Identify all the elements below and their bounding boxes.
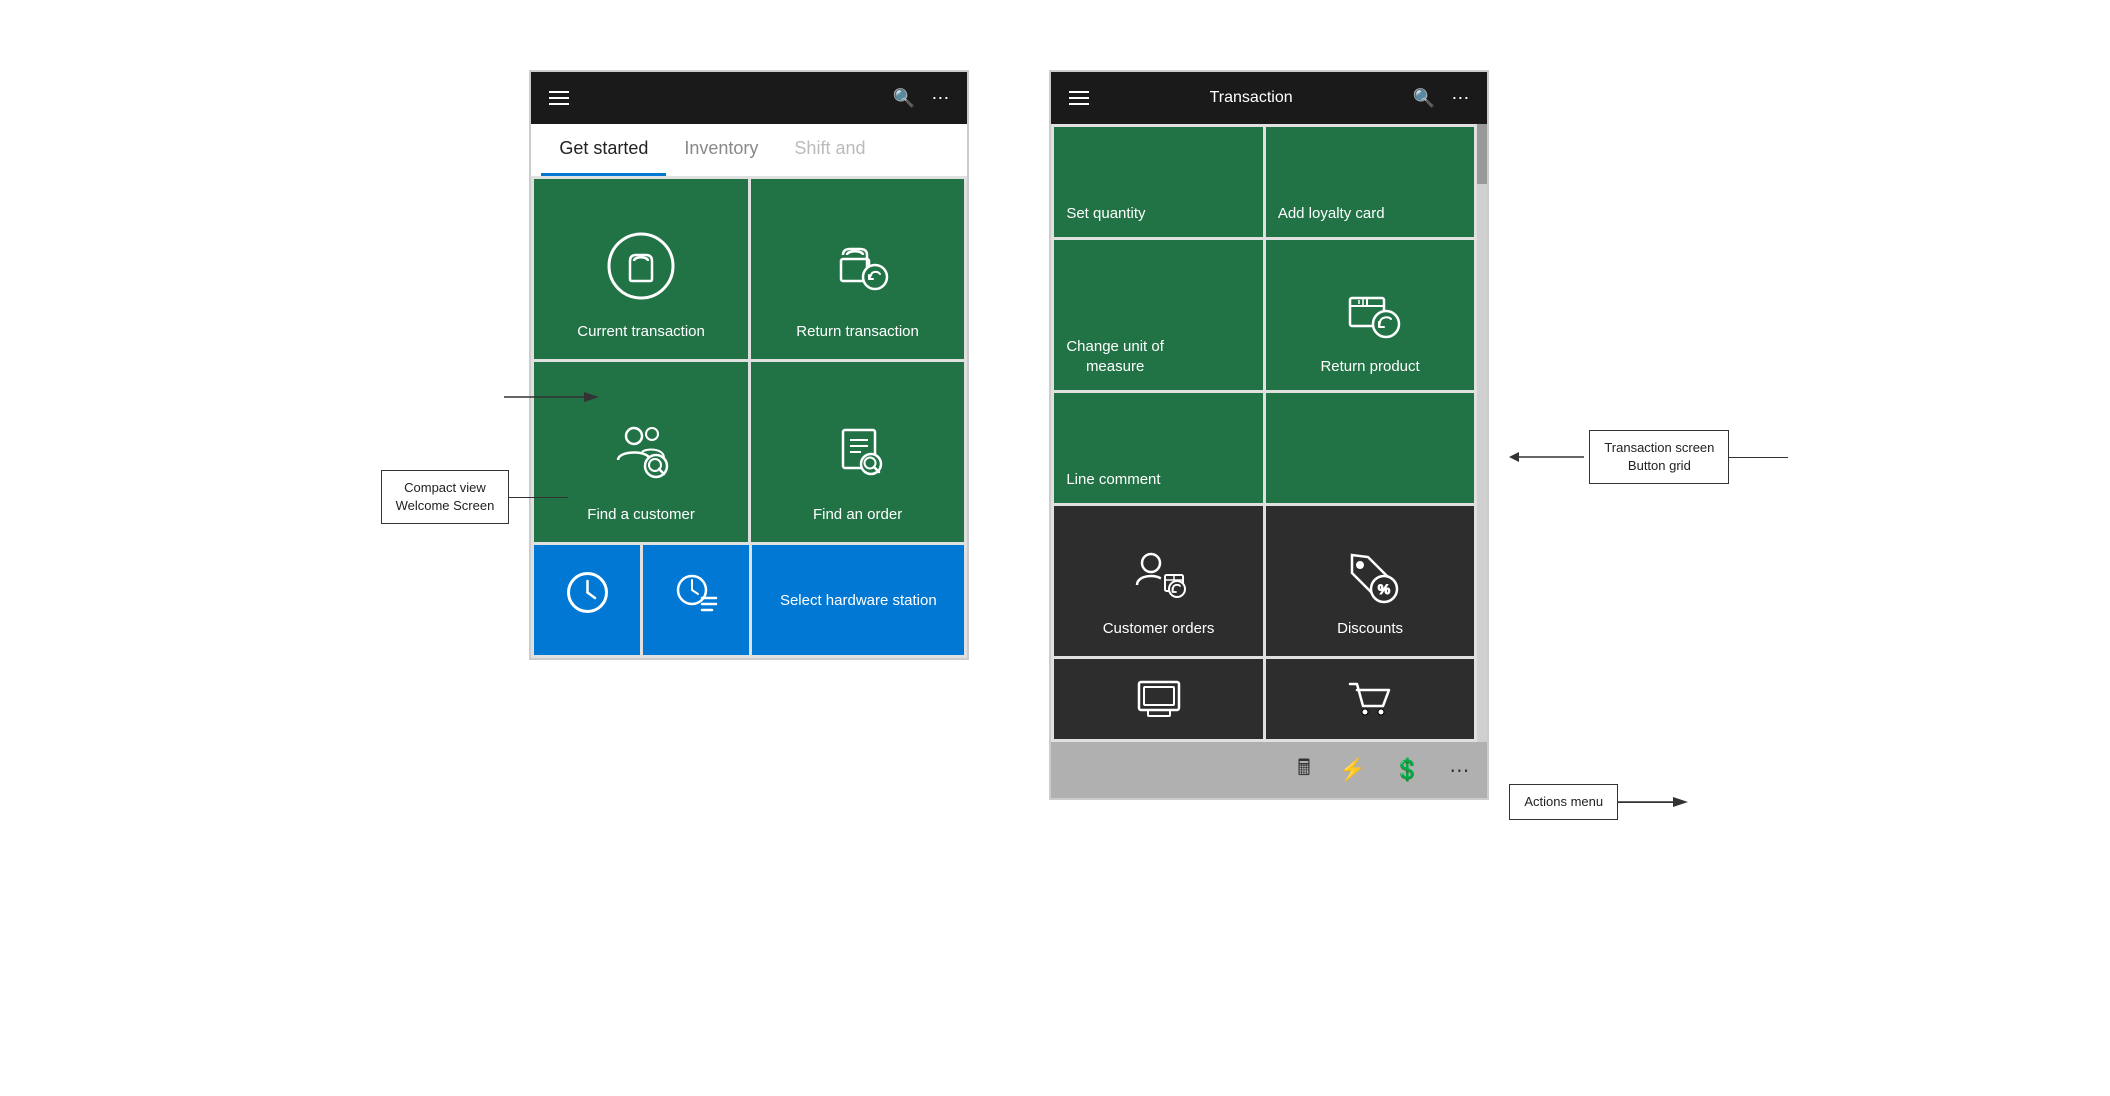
right-search-icon[interactable]: 🔍 xyxy=(1413,88,1435,109)
find-customer-label: Find a customer xyxy=(587,505,695,525)
set-quantity-button[interactable]: Set quantity xyxy=(1054,127,1263,237)
partial-tiles-row xyxy=(1051,659,1487,742)
empty-green-button[interactable] xyxy=(1266,393,1475,503)
box-return-icon xyxy=(1338,278,1403,347)
right-hamburger-icon[interactable] xyxy=(1069,91,1089,105)
current-transaction-button[interactable]: Current transaction xyxy=(534,179,748,359)
scrollbar-thumb[interactable] xyxy=(1477,124,1487,184)
tab-shift[interactable]: Shift and xyxy=(776,124,883,176)
discounts-label: Discounts xyxy=(1337,619,1403,639)
return-transaction-label: Return transaction xyxy=(796,322,919,342)
compact-view-label: Compact view Welcome Screen xyxy=(381,470,510,524)
action-ellipsis-icon[interactable]: ⋯ xyxy=(1449,758,1469,783)
add-loyalty-label: Add loyalty card xyxy=(1278,204,1385,224)
ellipsis-icon[interactable]: ⋯ xyxy=(931,88,949,109)
clock-button-2[interactable] xyxy=(643,545,749,655)
svg-text:%: % xyxy=(1378,581,1391,597)
tabs-row: Get started Inventory Shift and xyxy=(531,124,967,176)
add-loyalty-button[interactable]: Add loyalty card xyxy=(1266,127,1475,237)
register-icon xyxy=(1134,674,1184,724)
left-header: 🔍 ⋯ xyxy=(531,72,967,124)
search-icon[interactable]: 🔍 xyxy=(893,88,915,109)
transaction-screen-label: Transaction screenButton grid xyxy=(1589,430,1729,484)
action-bar: 🖩 ⚡ 💲 ⋯ xyxy=(1051,742,1487,798)
actions-menu-label: Actions menu xyxy=(1509,784,1618,820)
lightning-icon[interactable]: ⚡ xyxy=(1339,757,1366,783)
find-order-button[interactable]: Find an order xyxy=(751,362,965,542)
transaction-screen-phone: Transaction 🔍 ⋯ Set quantity Add loyalty… xyxy=(1049,70,1489,800)
select-hardware-label: Select hardware station xyxy=(780,590,937,611)
left-panel: Compact view Welcome Screen 🔍 ⋯ Get star… xyxy=(381,70,970,660)
line-comment-label: Line comment xyxy=(1066,470,1160,490)
right-header-icons: 🔍 ⋯ xyxy=(1413,88,1469,109)
dollar-icon[interactable]: 💲 xyxy=(1394,757,1421,783)
bag-icon xyxy=(606,231,676,310)
return-product-button[interactable]: Return product xyxy=(1266,240,1475,390)
set-quantity-label: Set quantity xyxy=(1066,204,1145,224)
current-transaction-label: Current transaction xyxy=(577,322,705,342)
calculator-icon[interactable]: 🖩 xyxy=(1297,751,1310,789)
right-header-title: Transaction xyxy=(1210,89,1293,107)
customer-orders-button[interactable]: Customer orders xyxy=(1054,506,1263,656)
change-uom-label: Change unit ofmeasure xyxy=(1066,337,1164,376)
discounts-button[interactable]: % Discounts xyxy=(1266,506,1475,656)
customer-orders-icon xyxy=(1129,545,1189,609)
bottom-buttons-row: Select hardware station xyxy=(531,545,967,658)
change-uom-button[interactable]: Change unit ofmeasure xyxy=(1054,240,1263,390)
right-connector-arrow xyxy=(1509,442,1589,472)
tab-get-started[interactable]: Get started xyxy=(541,124,666,176)
return-product-label: Return product xyxy=(1320,357,1419,377)
transaction-button-grid: Set quantity Add loyalty card Change uni… xyxy=(1051,124,1487,659)
discounts-icon: % xyxy=(1340,545,1400,609)
welcome-screen-phone: 🔍 ⋯ Get started Inventory Shift and xyxy=(529,70,969,660)
find-customer-icon xyxy=(606,414,676,493)
find-order-icon xyxy=(823,414,893,493)
return-transaction-button[interactable]: Return transaction xyxy=(751,179,965,359)
cart-partial-tile[interactable] xyxy=(1266,659,1475,739)
clock-button-1[interactable] xyxy=(534,545,640,655)
connector-arrow xyxy=(504,377,604,417)
customer-orders-label: Customer orders xyxy=(1103,619,1215,639)
line-comment-button[interactable]: Line comment xyxy=(1054,393,1263,503)
scroll-area: Set quantity Add loyalty card Change uni… xyxy=(1051,124,1487,742)
header-icons: 🔍 ⋯ xyxy=(893,88,949,109)
tab-inventory[interactable]: Inventory xyxy=(666,124,776,176)
cart-icon xyxy=(1345,674,1395,724)
right-wrapper: Transaction 🔍 ⋯ Set quantity Add loyalty… xyxy=(1049,70,1729,820)
select-hardware-button[interactable]: Select hardware station xyxy=(752,545,964,655)
clock-list-icon xyxy=(674,570,719,625)
right-header: Transaction 🔍 ⋯ xyxy=(1051,72,1487,124)
clock-icon-1 xyxy=(565,570,610,625)
scrollbar-track[interactable] xyxy=(1477,124,1487,742)
right-ellipsis-icon[interactable]: ⋯ xyxy=(1451,88,1469,109)
register-partial-tile[interactable] xyxy=(1054,659,1263,739)
hamburger-icon[interactable] xyxy=(549,91,569,105)
bag-return-icon xyxy=(823,231,893,310)
welcome-button-grid: Current transaction Return transaction xyxy=(531,176,967,545)
find-order-label: Find an order xyxy=(813,505,902,525)
